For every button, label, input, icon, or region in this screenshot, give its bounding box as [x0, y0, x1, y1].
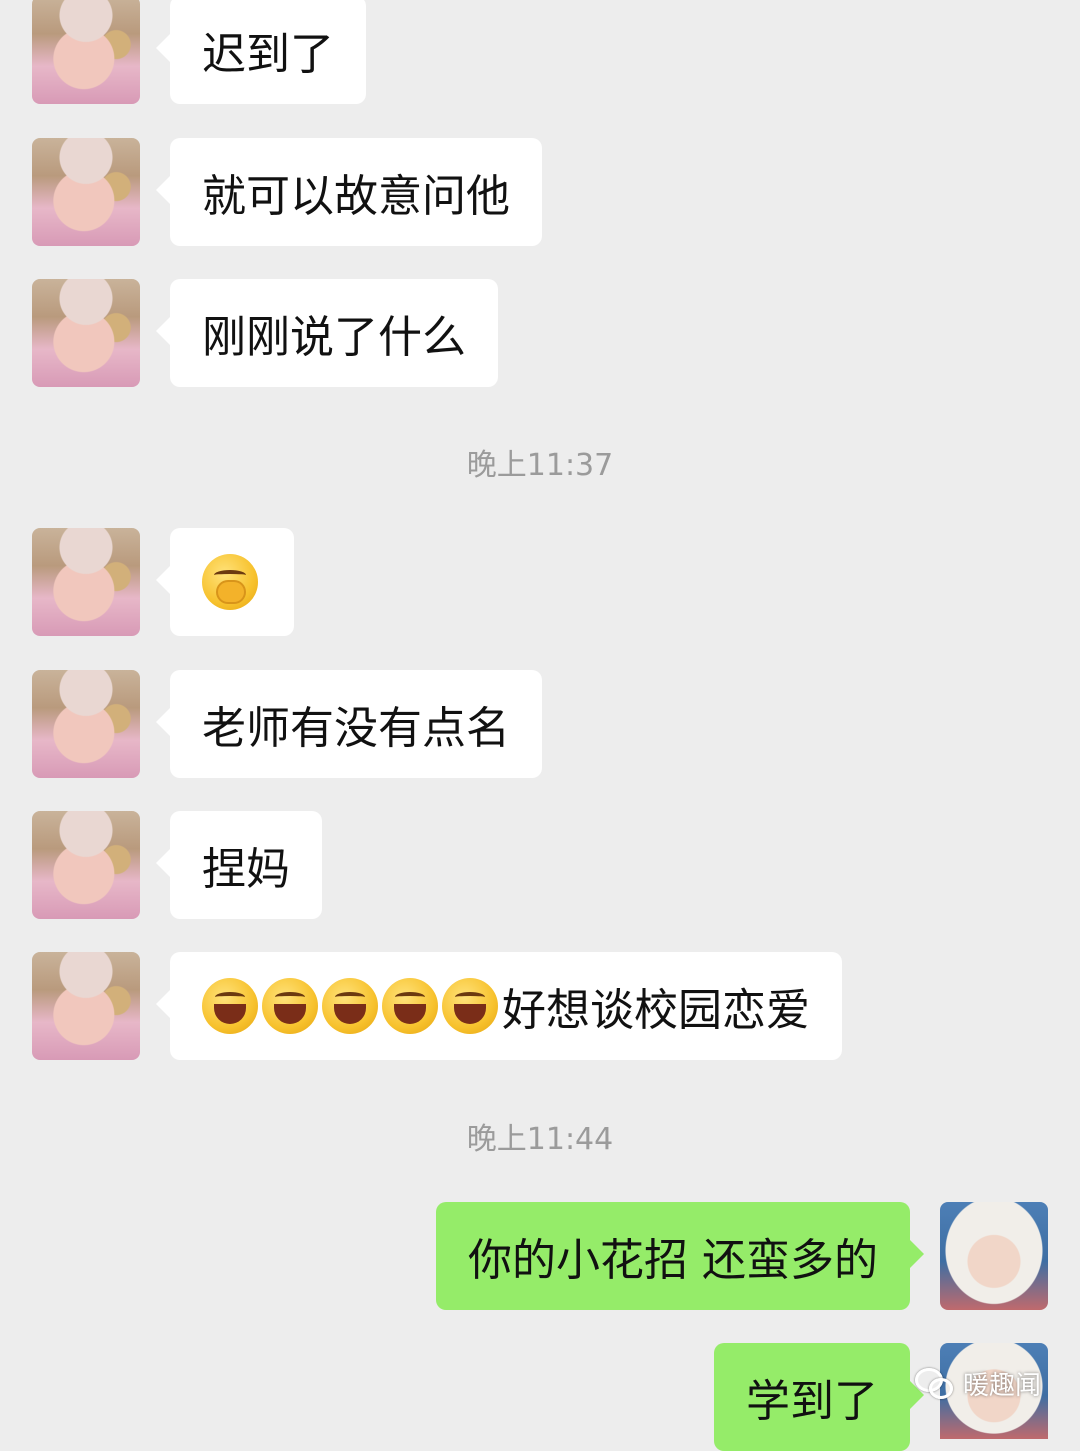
contact-avatar[interactable]: [32, 952, 140, 1060]
message-bubble[interactable]: 刚刚说了什么: [156, 279, 498, 387]
message-text: 你的小花招 还蛮多的: [468, 1235, 878, 1286]
contact-avatar[interactable]: [32, 138, 140, 246]
message-bubble[interactable]: 老师有没有点名: [156, 670, 542, 778]
laughing-emoji-icon: [202, 978, 258, 1034]
message-text: 刚刚说了什么: [202, 312, 466, 363]
message-bubble[interactable]: [156, 528, 294, 636]
laughing-emoji-icon: [442, 978, 498, 1034]
laughing-emoji-icon: [262, 978, 318, 1034]
message-text: 好想谈校园恋爱: [502, 985, 810, 1036]
contact-avatar[interactable]: [32, 811, 140, 919]
contact-avatar[interactable]: [32, 0, 140, 104]
my-avatar[interactable]: [940, 1202, 1048, 1310]
message-bubble-outgoing[interactable]: 学到了: [714, 1343, 924, 1451]
timestamp: 晚上11:44: [466, 1122, 614, 1157]
watermark-text: 暖趣闻: [963, 1371, 1042, 1401]
message-text: 学到了: [746, 1376, 878, 1427]
message-bubble[interactable]: 迟到了: [156, 0, 366, 104]
message-bubble[interactable]: 好想谈校园恋爱: [156, 952, 842, 1060]
contact-avatar[interactable]: [32, 528, 140, 636]
covering-mouth-emoji-icon: [202, 554, 258, 610]
message-text: 迟到了: [202, 29, 334, 80]
message-bubble-outgoing[interactable]: 你的小花招 还蛮多的: [436, 1202, 924, 1310]
contact-avatar[interactable]: [32, 670, 140, 778]
message-text: 捏妈: [202, 844, 290, 895]
wechat-logo-icon: [915, 1367, 955, 1400]
message-bubble[interactable]: 捏妈: [156, 811, 322, 919]
message-text: 老师有没有点名: [202, 703, 510, 754]
watermark: 暖趣闻: [915, 1365, 1041, 1402]
laughing-emoji-icon: [382, 978, 438, 1034]
laughing-emoji-icon: [322, 978, 378, 1034]
message-text: 就可以故意问他: [202, 171, 510, 222]
message-bubble[interactable]: 就可以故意问他: [156, 138, 542, 246]
contact-avatar[interactable]: [32, 279, 140, 387]
timestamp: 晚上11:37: [466, 448, 614, 483]
